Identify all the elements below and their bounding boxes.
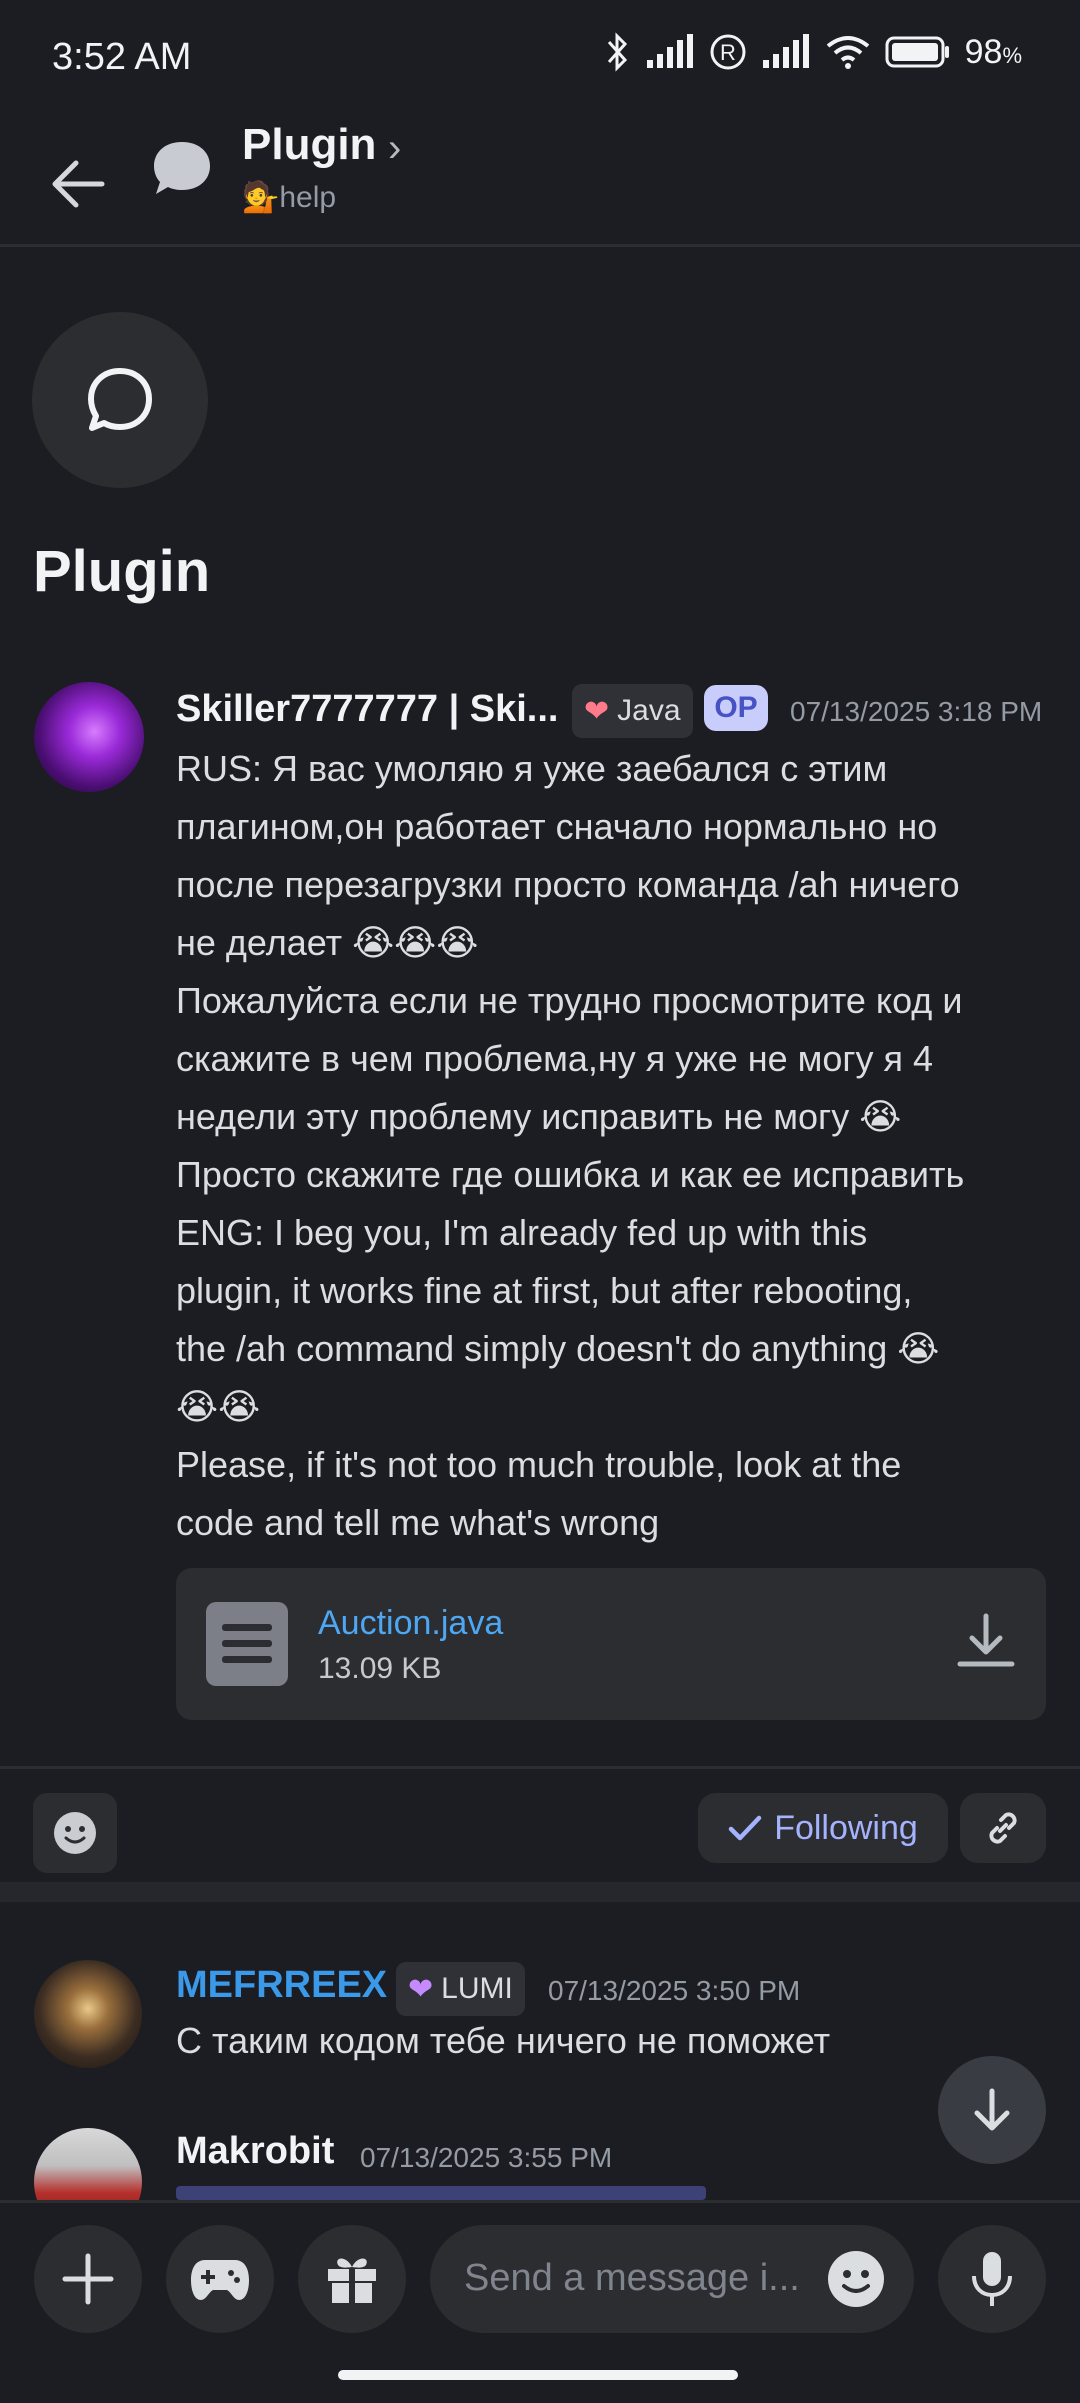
file-size: 13.09 KB [318,1652,442,1685]
role-tag[interactable]: ❤ LUMI [396,1962,525,2016]
gift-icon [328,2258,376,2303]
chat-bubble-icon [88,368,152,431]
role-tag-label: Java [617,694,681,727]
role-tag-label: LUMI [441,1972,513,2005]
file-icon [206,1602,288,1686]
following-button[interactable]: Following [698,1793,948,1863]
svg-text:R: R [720,40,736,65]
author-name[interactable]: Skiller7777777 | Ski... [176,688,558,731]
timestamp: 07/13/2025 3:50 PM [548,1975,801,2006]
message-input-placeholder: Send a message i... [464,2257,800,2299]
bluetooth-icon [607,32,627,72]
status-icons: R 98% [605,32,1022,72]
divider [0,1766,1080,1769]
microphone-icon [972,2252,1012,2306]
author-name[interactable]: Makrobit [176,2130,334,2173]
message-line: code and tell me what's wrong [176,1502,660,1543]
file-name-link[interactable]: Auction.java [318,1604,503,1643]
gamepad-icon [191,2260,249,2300]
thread-icon-circle [32,312,208,488]
download-button[interactable] [956,1610,1016,1675]
add-reaction-button[interactable] [33,1793,117,1873]
timestamp: 07/13/2025 3:55 PM [360,2142,613,2173]
signal-icon-2 [762,34,809,68]
checkmark-icon [728,1815,762,1841]
mention-highlight [176,2186,706,2200]
link-icon [989,1812,1017,1844]
avatar[interactable] [34,682,144,792]
message-line: 😭😭 [176,1386,261,1427]
file-attachment[interactable]: Auction.java 13.09 KB [176,1568,1046,1720]
section-divider [0,1882,1080,1902]
op-badge: OP [704,685,768,731]
chevron-right-icon[interactable]: › [388,126,401,171]
arrow-down-icon [974,2088,1010,2131]
heart-icon: ❤ [408,1972,434,2006]
arrow-left-icon [52,160,105,208]
message-text: С таким кодом тебе ничего не поможет [176,2020,831,2061]
message-line: ENG: I beg you, I'm already fed up with … [176,1212,868,1253]
status-bar: 3:52 AM R 98% [0,0,1080,116]
battery-icon [885,36,949,68]
heart-icon: ❤ [584,694,610,728]
signal-icon [646,34,693,68]
wifi-icon [826,36,869,69]
message-line: Пожалуйста если не трудно просмотрите ко… [176,980,963,1021]
plus-icon [62,2253,114,2305]
header-title[interactable]: Plugin [242,120,376,170]
status-time: 3:52 AM [52,36,192,78]
back-button[interactable] [40,146,116,222]
message-input[interactable]: Send a message i... [430,2225,914,2333]
gift-button[interactable] [298,2225,406,2333]
roaming-icon: R [710,34,746,70]
following-label: Following [774,1808,918,1847]
activities-button[interactable] [166,2225,274,2333]
home-indicator[interactable] [338,2370,738,2380]
emoji-picker-icon[interactable] [826,2249,886,2309]
download-icon [957,1613,1015,1667]
message-line: Просто скажите где ошибка и как ее испра… [176,1154,965,1195]
role-tag[interactable]: ❤ Java [572,684,693,738]
add-attachment-button[interactable] [34,2225,142,2333]
author-name[interactable]: MEFRREEX [176,1964,387,2007]
smiley-icon [54,1812,96,1854]
header-channel[interactable]: 💁help [242,180,336,215]
thread-bubble-icon [154,142,210,194]
message-line: Please, if it's not too much trouble, lo… [176,1444,902,1485]
copy-link-button[interactable] [960,1793,1046,1863]
message-line: RUS: Я вас умоляю я уже заебался с этим [176,748,888,789]
avatar[interactable] [34,1960,142,2068]
message-line: недели эту проблему исправить не могу 😭 [176,1096,902,1137]
thread-title: Plugin [33,539,211,604]
battery-level: 98% [964,32,1022,71]
message-body: RUS: Я вас умоляю я уже заебался с этим … [176,740,1056,1552]
jump-to-bottom-button[interactable] [938,2056,1046,2164]
message-line: плагином,он работает сначало нормально н… [176,806,938,847]
timestamp: 07/13/2025 3:18 PM [790,696,1043,727]
message-line: plugin, it works fine at first, but afte… [176,1270,913,1311]
voice-message-button[interactable] [938,2225,1046,2333]
message-line: the /ah command simply doesn't do anythi… [176,1328,940,1369]
message-line: после перезагрузки просто команда /ah ни… [176,864,960,905]
message-line: скажите в чем проблема,ну я уже не могу … [176,1038,934,1079]
message-line: не делает 😭😭😭 [176,922,479,963]
